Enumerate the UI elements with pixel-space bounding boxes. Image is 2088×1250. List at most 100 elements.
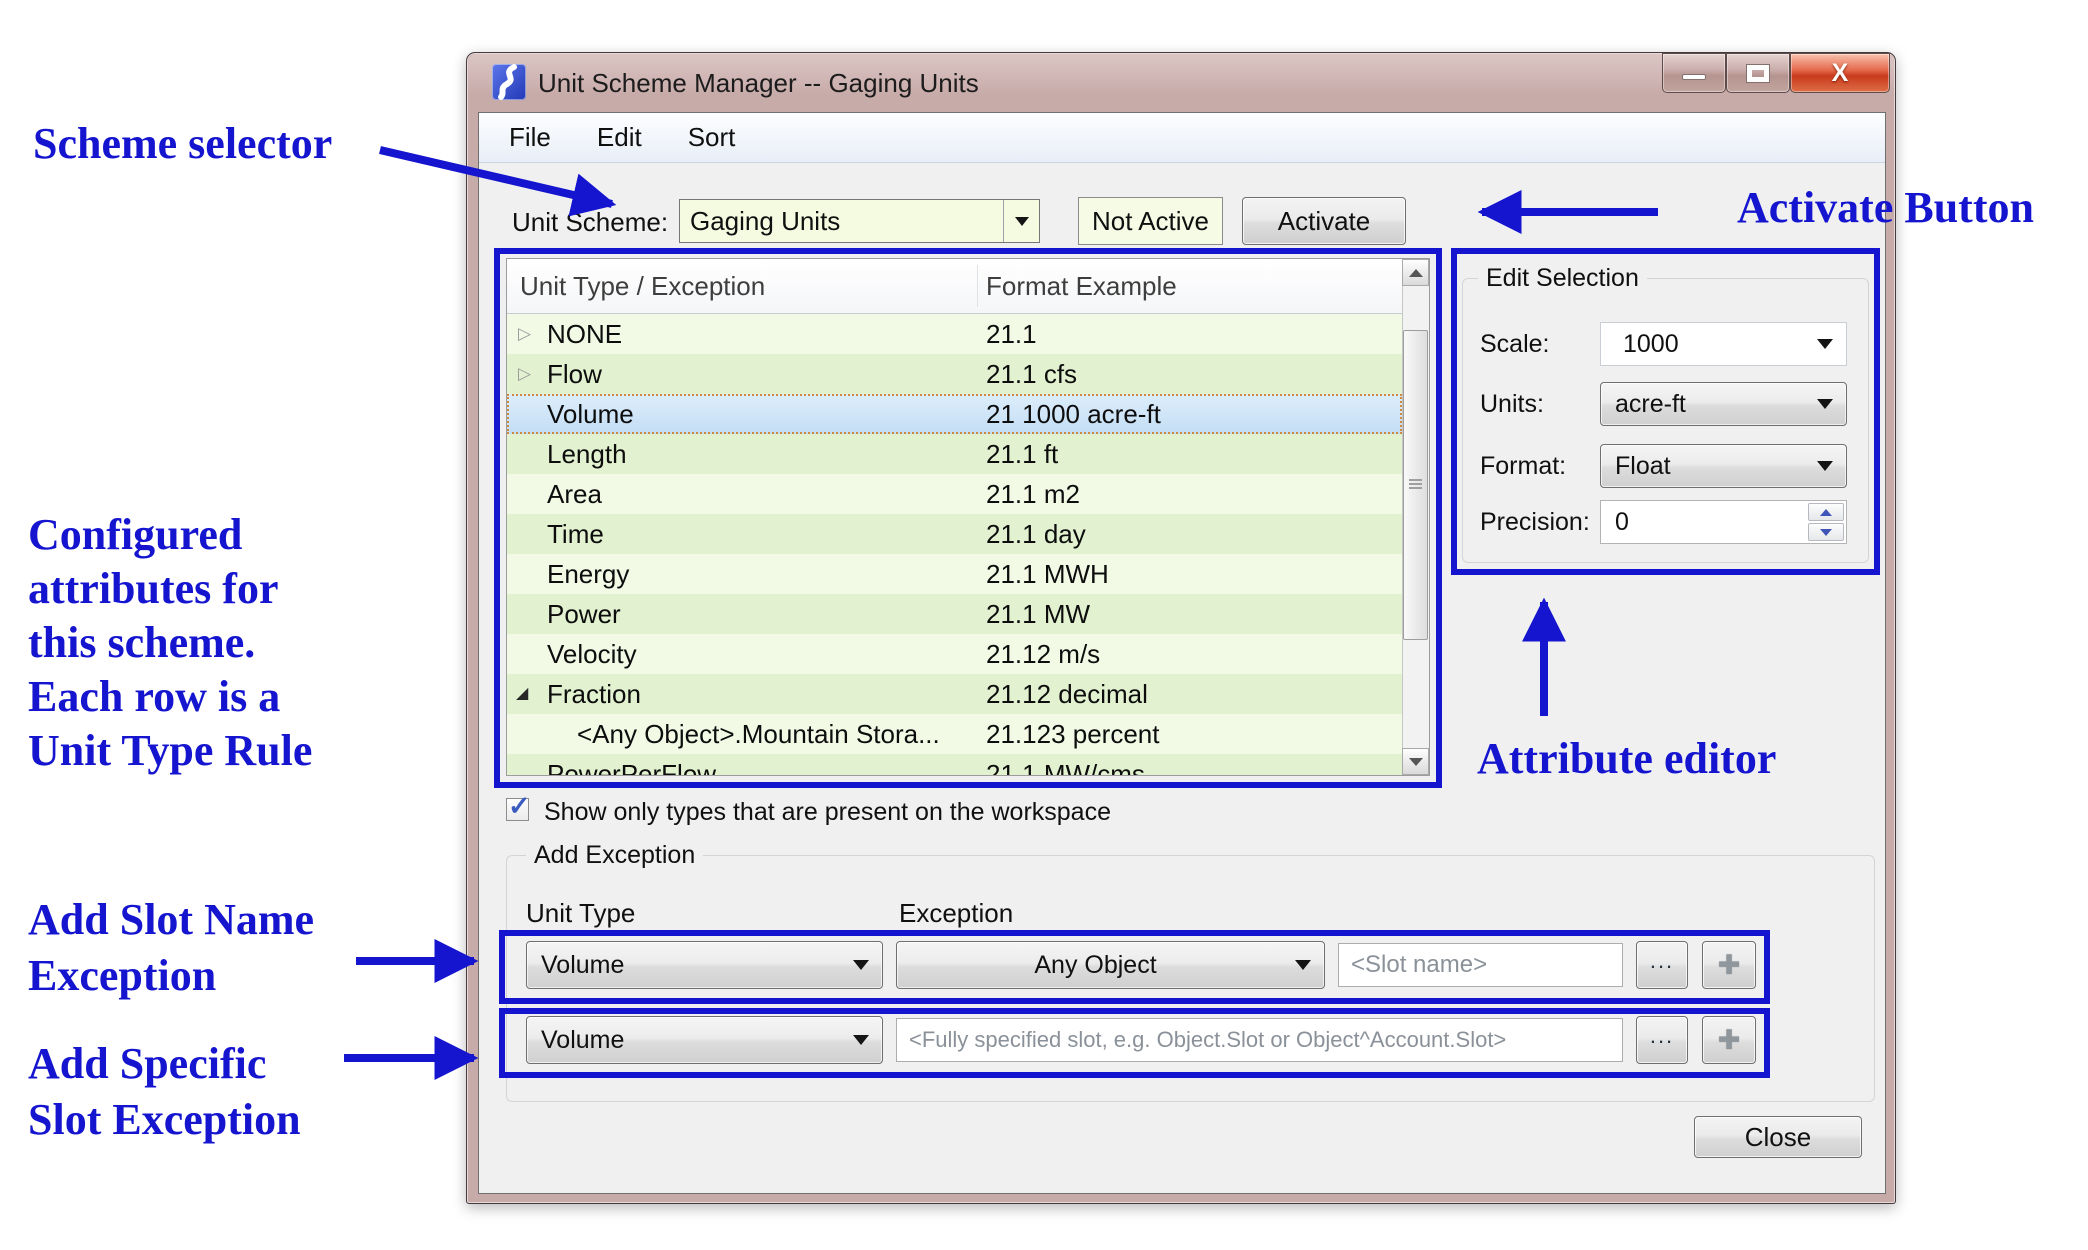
menu-file[interactable]: File bbox=[509, 122, 551, 153]
unit-type-column-label: Unit Type bbox=[526, 898, 635, 929]
format-example-cell: 21.1 day bbox=[986, 514, 1086, 554]
column-divider bbox=[977, 265, 978, 307]
table-row-length[interactable]: Length 21.1 ft bbox=[507, 434, 1402, 474]
table-row-none[interactable]: ▷ NONE 21.1 bbox=[507, 314, 1402, 354]
spin-up-button[interactable] bbox=[1808, 503, 1844, 521]
table-header[interactable]: Unit Type / Exception Format Example bbox=[507, 259, 1402, 314]
add-exception-title: Add Exception bbox=[526, 841, 703, 870]
unit-type-cell: PowerPerFlow bbox=[547, 754, 716, 775]
slot-name-input[interactable] bbox=[1338, 943, 1623, 987]
scrollbar-down-button[interactable] bbox=[1402, 748, 1429, 775]
table-row-energy[interactable]: Energy21.1 MWH bbox=[507, 554, 1402, 594]
screenshot-root: Unit Scheme Manager -- Gaging Units X Fi… bbox=[0, 0, 2088, 1250]
unit-type-cell: Volume bbox=[547, 394, 634, 434]
minimize-button[interactable] bbox=[1662, 53, 1726, 93]
expander-collapsed-icon[interactable]: ▷ bbox=[518, 314, 531, 354]
activate-button[interactable]: Activate bbox=[1242, 197, 1406, 245]
status-badge: Not Active bbox=[1078, 197, 1223, 245]
column-unit-type[interactable]: Unit Type / Exception bbox=[520, 271, 765, 302]
combo-value: Float bbox=[1615, 445, 1802, 487]
unit-type-combo-row2[interactable]: Volume bbox=[526, 1016, 883, 1064]
combo-value: 1000 bbox=[1623, 323, 1802, 365]
riverware-app-icon bbox=[492, 64, 526, 100]
table-row-any-object-mountain-stora[interactable]: <Any Object>.Mountain Stora... 21.123 per… bbox=[507, 714, 1402, 754]
spin-down-button[interactable] bbox=[1808, 523, 1844, 541]
unit-type-cell: Flow bbox=[547, 354, 602, 394]
scrollbar-thumb[interactable] bbox=[1403, 330, 1428, 640]
menu-edit[interactable]: Edit bbox=[597, 122, 642, 153]
annotation-activate-button: Activate Button bbox=[1737, 182, 2034, 233]
annotation-line: this scheme. bbox=[28, 616, 312, 670]
table-row-volume[interactable]: Volume 21 1000 acre-ft bbox=[507, 394, 1402, 434]
combo-dropdown-button[interactable] bbox=[1003, 200, 1039, 242]
annotation-line: Exception bbox=[28, 948, 314, 1004]
format-example-cell: 21.1 MW/cms bbox=[986, 754, 1145, 775]
scale-combo[interactable]: 1000 bbox=[1600, 322, 1847, 366]
unit-type-cell: NONE bbox=[547, 314, 622, 354]
menu-sort[interactable]: Sort bbox=[688, 122, 736, 153]
format-example-cell: 21 1000 acre-ft bbox=[986, 394, 1161, 434]
format-example-cell: 21.1 MWH bbox=[986, 554, 1109, 594]
fully-specified-slot-input[interactable] bbox=[896, 1018, 1623, 1062]
table-row-powerperflow[interactable]: PowerPerFlow 21.1 MW/cms bbox=[507, 754, 1402, 775]
unit-scheme-value: Gaging Units bbox=[690, 200, 999, 242]
unit-scheme-label: Unit Scheme: bbox=[512, 207, 668, 238]
expander-expanded-icon[interactable]: ◢ bbox=[516, 674, 528, 714]
annotation-line: Configured bbox=[28, 508, 312, 562]
format-example-cell: 21.1 MW bbox=[986, 594, 1090, 634]
unit-type-cell: Length bbox=[547, 434, 627, 474]
annotation-line: Slot Exception bbox=[28, 1092, 301, 1148]
add-exception-button-row1[interactable]: ✚ bbox=[1702, 941, 1756, 989]
window-title: Unit Scheme Manager -- Gaging Units bbox=[538, 70, 979, 96]
table-row-flow[interactable]: ▷Flow21.1 cfs bbox=[507, 354, 1402, 394]
unit-type-combo-row1[interactable]: Volume bbox=[526, 941, 883, 989]
format-example-cell: 21.1 bbox=[986, 314, 1037, 354]
unit-type-cell: Fraction bbox=[547, 674, 641, 714]
format-combo-label: Format: bbox=[1480, 452, 1566, 481]
table-row-fraction[interactable]: ◢Fraction21.12 decimal bbox=[507, 674, 1402, 714]
maximize-button[interactable] bbox=[1726, 53, 1790, 93]
combo-value: acre-ft bbox=[1615, 383, 1802, 425]
table-row-velocity[interactable]: Velocity21.12 m/s bbox=[507, 634, 1402, 674]
expander-collapsed-icon[interactable]: ▷ bbox=[518, 354, 531, 394]
chevron-down-icon bbox=[853, 1035, 869, 1045]
close-button[interactable]: Close bbox=[1694, 1116, 1862, 1158]
column-format-example[interactable]: Format Example bbox=[986, 271, 1177, 302]
annotation-add-slot-name: Add Slot Name Exception bbox=[28, 892, 314, 1004]
annotation-line: Each row is a bbox=[28, 670, 312, 724]
precision-spinner[interactable]: 0 bbox=[1600, 500, 1847, 544]
browse-slot-button-row2[interactable]: ... bbox=[1636, 1016, 1688, 1064]
arrow-down-icon bbox=[1409, 758, 1423, 766]
browse-slot-button-row1[interactable]: ... bbox=[1636, 941, 1688, 989]
arrow-up-icon bbox=[1409, 269, 1423, 277]
exception-object-combo[interactable]: Any Object bbox=[896, 941, 1325, 989]
annotation-line: Add Specific bbox=[28, 1036, 301, 1092]
edit-selection-title: Edit Selection bbox=[1478, 264, 1647, 293]
workspace-filter-label: Show only types that are present on the … bbox=[544, 798, 1111, 827]
close-window-button[interactable]: X bbox=[1790, 53, 1890, 93]
arrow-down-icon bbox=[1820, 529, 1832, 536]
chevron-down-icon bbox=[853, 960, 869, 970]
chevron-down-icon bbox=[1015, 217, 1029, 226]
table-row-area[interactable]: Area21.1 m2 bbox=[507, 474, 1402, 514]
plus-icon: ✚ bbox=[1718, 950, 1741, 981]
unit-scheme-combo[interactable]: Gaging Units bbox=[679, 199, 1040, 243]
annotation-configured-attributes: Configured attributes for this scheme. E… bbox=[28, 508, 312, 778]
exception-column-label: Exception bbox=[899, 898, 1013, 929]
precision-spinner-label: Precision: bbox=[1480, 508, 1590, 537]
format-example-cell: 21.1 ft bbox=[986, 434, 1058, 474]
menu-bar: File Edit Sort bbox=[479, 113, 1885, 163]
format-combo[interactable]: Float bbox=[1600, 444, 1847, 488]
add-exception-button-row2[interactable]: ✚ bbox=[1702, 1016, 1756, 1064]
unit-type-cell: <Any Object>.Mountain Stora... bbox=[577, 714, 940, 754]
table-row-time[interactable]: Time21.1 day bbox=[507, 514, 1402, 554]
workspace-filter-checkbox[interactable]: ✓ bbox=[506, 798, 529, 821]
format-example-cell: 21.123 percent bbox=[986, 714, 1159, 754]
plus-icon: ✚ bbox=[1718, 1025, 1741, 1056]
checkmark-icon: ✓ bbox=[508, 791, 531, 822]
table-row-power[interactable]: Power21.1 MW bbox=[507, 594, 1402, 634]
units-combo[interactable]: acre-ft bbox=[1600, 382, 1847, 426]
annotation-add-specific-slot: Add Specific Slot Exception bbox=[28, 1036, 301, 1148]
scrollbar-up-button[interactable] bbox=[1402, 259, 1429, 286]
unit-type-rules-table[interactable]: Unit Type / Exception Format Example ▷ NO… bbox=[506, 258, 1430, 776]
